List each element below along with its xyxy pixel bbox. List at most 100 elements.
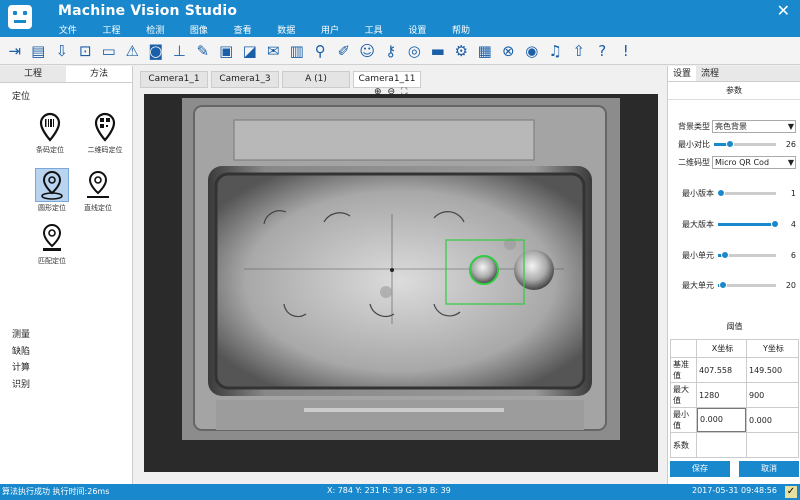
arrow-right-icon[interactable]: ⇥ xyxy=(3,40,27,62)
min-cell-slider[interactable] xyxy=(718,250,776,259)
min-contrast-slider[interactable] xyxy=(714,139,776,148)
tab-project[interactable]: 工程 xyxy=(0,66,66,82)
app-title: Machine Vision Studio xyxy=(58,3,238,19)
max-cell-slider[interactable] xyxy=(718,280,776,289)
code-type-select[interactable]: Micro QR Cod ▼ xyxy=(712,155,796,169)
min-contrast-row: 最小对比 26 xyxy=(678,138,796,150)
menu-tools[interactable]: 工具 xyxy=(352,23,396,36)
section-recognize[interactable]: 识别 xyxy=(12,377,30,390)
line-locate-icon xyxy=(81,168,115,202)
status-bar: 算法执行成功 执行时间:26ms X: 784 Y: 231 R: 39 G: … xyxy=(0,484,800,500)
slider-handle[interactable] xyxy=(720,250,729,259)
user-icon[interactable]: ☺ xyxy=(356,40,380,62)
document-icon[interactable]: ▤ xyxy=(27,40,51,62)
tab-settings[interactable]: 设置 xyxy=(668,66,696,81)
up-arrow-icon[interactable]: ⇧ xyxy=(567,40,591,62)
layout-icon[interactable]: ▦ xyxy=(473,40,497,62)
threshold-header: 阈值 xyxy=(726,322,743,331)
menu-data[interactable]: 数据 xyxy=(264,23,308,36)
broadcast-icon[interactable]: ◉ xyxy=(520,40,544,62)
qrcode-locate-icon xyxy=(88,110,122,144)
min-cell-row: 最小单元 6 xyxy=(682,250,796,260)
max-cell-row: 最大单元 20 xyxy=(682,280,796,290)
tool-qrcode-locate[interactable]: 二维码定位 xyxy=(81,110,129,155)
tool-circle-locate[interactable]: 圆形定位 xyxy=(30,168,74,213)
bar-chart-icon[interactable]: ▥ xyxy=(285,40,309,62)
ruler-icon[interactable]: ▬ xyxy=(426,40,450,62)
section-defect[interactable]: 缺陷 xyxy=(12,344,30,357)
mail-icon[interactable]: ✉ xyxy=(262,40,286,62)
min-contrast-label: 最小对比 xyxy=(678,139,710,149)
max-version-row: 最大版本 4 xyxy=(682,219,796,229)
tool-label: 圆形定位 xyxy=(38,204,66,212)
title-bar: Machine Vision Studio 文件 工程 检测 图像 查看 数据 … xyxy=(0,0,800,37)
import-icon[interactable]: ⇩ xyxy=(50,40,74,62)
menu-image[interactable]: 图像 xyxy=(177,23,221,36)
background-type-label: 背景类型 xyxy=(678,121,710,131)
max-version-slider[interactable] xyxy=(718,219,779,228)
magnifier-icon[interactable]: ⚲ xyxy=(309,40,333,62)
menu-user[interactable]: 用户 xyxy=(308,23,352,36)
slider-handle[interactable] xyxy=(718,280,727,289)
menu-help[interactable]: 帮助 xyxy=(439,23,483,36)
menu-view[interactable]: 查看 xyxy=(221,23,265,36)
camera-icon[interactable]: ◙ xyxy=(144,40,168,62)
check-icon: ✓ xyxy=(785,486,797,498)
edit-icon[interactable]: ✐ xyxy=(332,40,356,62)
tab-camera1-11[interactable]: Camera1_11 xyxy=(353,71,421,88)
section-calculate[interactable]: 计算 xyxy=(12,360,30,373)
image-viewer[interactable] xyxy=(144,94,658,472)
target-icon[interactable]: ◎ xyxy=(403,40,427,62)
background-type-select[interactable]: 亮色背景 ▼ xyxy=(712,119,796,133)
tool-barcode-locate[interactable]: 条码定位 xyxy=(28,110,72,155)
left-tabs: 工程 方法 xyxy=(0,66,132,83)
tab-method[interactable]: 方法 xyxy=(66,66,132,82)
pen-icon[interactable]: ✎ xyxy=(191,40,215,62)
tab-a1[interactable]: A (1) xyxy=(282,71,350,88)
status-message: 算法执行成功 执行时间:26ms xyxy=(2,487,110,496)
slider-handle[interactable] xyxy=(716,188,725,197)
image-edit-icon[interactable]: ◪ xyxy=(238,40,262,62)
tool-line-locate[interactable]: 直线定位 xyxy=(76,168,120,213)
tab-camera1-1[interactable]: Camera1_1 xyxy=(140,71,208,88)
lock-icon[interactable]: ⊡ xyxy=(74,40,98,62)
tool-label: 直线定位 xyxy=(84,204,112,212)
method-panel: 工程 方法 定位 条码定位 二维码定位 圆形定位 直线定位 匹配定位 测量 缺陷… xyxy=(0,66,133,484)
save-button[interactable]: 保存 xyxy=(670,461,730,477)
key-user-icon[interactable]: ⚷ xyxy=(379,40,403,62)
code-type-row: 二维码型 Micro QR Cod ▼ xyxy=(678,155,796,169)
section-measure[interactable]: 测量 xyxy=(12,327,30,340)
menu-settings[interactable]: 设置 xyxy=(396,23,440,36)
image-panel: Camera1_1 Camera1_3 A (1) Camera1_11 ⊕ ⊖… xyxy=(134,66,666,484)
min-x-input[interactable]: 0.000 xyxy=(697,408,746,432)
section-locate[interactable]: 定位 xyxy=(12,89,30,102)
tab-flow[interactable]: 流程 xyxy=(696,66,724,81)
min-version-slider[interactable] xyxy=(716,188,776,197)
cancel-button[interactable]: 取消 xyxy=(739,461,799,477)
network-icon[interactable]: ⊗ xyxy=(497,40,521,62)
menu-project[interactable]: 工程 xyxy=(90,23,134,36)
picture-icon[interactable]: ▣ xyxy=(215,40,239,62)
tool-match-locate[interactable]: 匹配定位 xyxy=(30,221,74,266)
tab-camera1-3[interactable]: Camera1_3 xyxy=(211,71,279,88)
camera-tabs: Camera1_1 Camera1_3 A (1) Camera1_11 xyxy=(140,71,424,88)
hierarchy-icon[interactable]: ⊥ xyxy=(168,40,192,62)
min-version-row: 最小版本 1 xyxy=(682,188,796,198)
tool-label: 条码定位 xyxy=(36,146,64,154)
pixel-readout: X: 784 Y: 231 R: 39 G: 39 B: 39 xyxy=(327,486,451,495)
table-row: 最小值 0.000 0.000 xyxy=(670,407,799,433)
gear-icon[interactable]: ⚙ xyxy=(450,40,474,62)
warning-icon[interactable]: ⚠ xyxy=(121,40,145,62)
background-type-row: 背景类型 亮色背景 ▼ xyxy=(678,119,796,133)
menu-file[interactable]: 文件 xyxy=(46,23,90,36)
slider-handle[interactable] xyxy=(726,139,735,148)
close-icon[interactable]: ✕ xyxy=(777,1,790,20)
bell-icon[interactable]: ♫ xyxy=(544,40,568,62)
slider-handle[interactable] xyxy=(770,219,779,228)
alert-icon[interactable]: ! xyxy=(614,40,638,62)
y-coord-header: Y坐标 xyxy=(746,339,799,358)
help-icon[interactable]: ? xyxy=(591,40,615,62)
code-type-label: 二维码型 xyxy=(678,157,710,167)
menu-inspect[interactable]: 检测 xyxy=(133,23,177,36)
monitor-icon[interactable]: ▭ xyxy=(97,40,121,62)
